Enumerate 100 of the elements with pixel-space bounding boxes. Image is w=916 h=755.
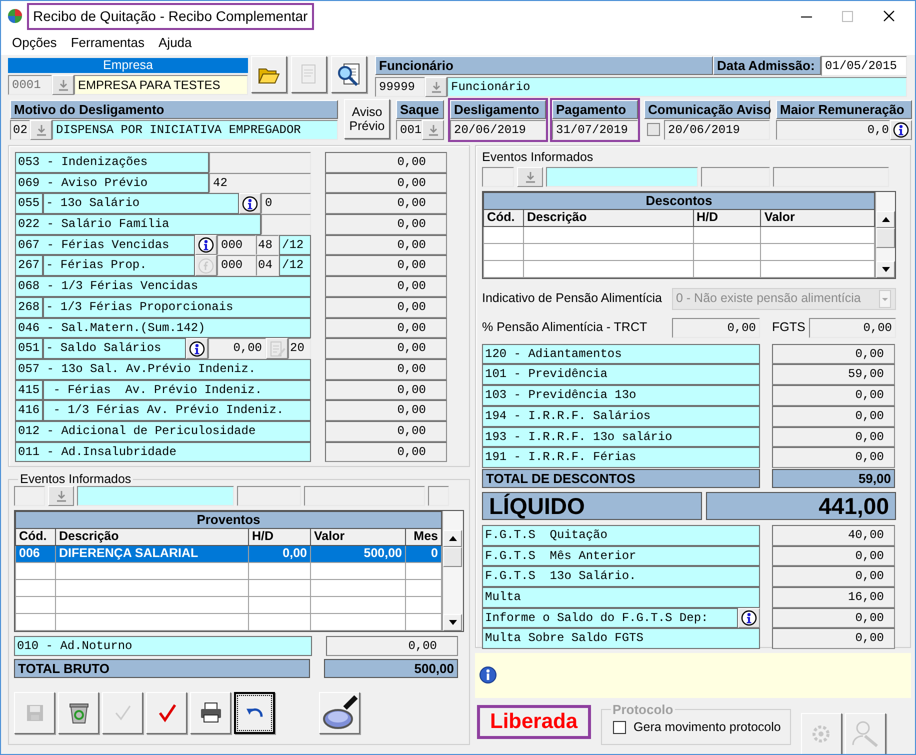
code-field[interactable]: 001 [396,120,422,140]
up-arrow-icon [882,216,890,222]
event-label: Multa Sobre Saldo FGTS [482,628,760,649]
delete-button[interactable] [58,692,99,734]
date-field[interactable]: 20/06/2019 [450,120,546,140]
event-label: 046 - Sal.Matern.(Sum.142) [15,318,311,338]
code-field[interactable]: 0001 [8,75,52,95]
column-header[interactable]: H/D [248,528,310,545]
event-label: 194 - I.R.R.F. Salários [482,406,760,426]
open-button[interactable] [251,56,287,93]
text-field[interactable]: 000 [217,234,256,256]
company-field[interactable]: EMPRESA PARA TESTES [74,75,248,95]
amount-field: 0,00 [325,276,447,297]
scrollbar[interactable] [442,510,462,630]
text-field[interactable] [482,166,514,187]
column-header[interactable]: Valor [760,209,874,226]
info-button[interactable] [239,193,261,214]
search-button[interactable] [319,692,360,734]
info-button[interactable] [195,234,217,256]
lookup-button[interactable] [422,120,444,140]
print-button[interactable] [190,692,231,734]
menu-item[interactable]: Opções [5,33,64,53]
amount-field: 0,00 [325,172,447,194]
code-field[interactable]: 99999 [375,77,425,97]
column-header[interactable]: Valor [310,528,406,545]
text-field[interactable]: 20 [288,338,311,359]
text-field[interactable] [773,166,889,187]
scroll-thumb[interactable] [443,546,462,566]
total-label: TOTAL DE DESCONTOS [482,468,760,488]
code-field[interactable]: 02 [10,120,30,140]
lookup-button[interactable] [517,166,543,187]
reason-field[interactable]: DISPENSA POR INICIATIVA EMPREGADOR [52,120,338,140]
column-header[interactable]: Descrição [56,528,248,545]
amount-field: 0,00 [325,234,447,256]
event-label: 069 - Aviso Prévio [15,172,209,194]
section-header: Empresa [8,58,248,73]
column-header[interactable]: H/D [693,209,761,226]
text-field[interactable] [261,214,311,235]
total-value: 500,00 [324,659,458,678]
checkbox-label: Gera movimento protocolo [634,719,781,736]
amount-field: 0,00 [772,426,895,448]
menu-item[interactable]: Ajuda [152,33,199,53]
text-field[interactable] [428,486,449,506]
text-field[interactable] [304,486,425,506]
fgts-field[interactable]: 0,00 [809,318,896,338]
text-field[interactable]: 0 [261,193,311,214]
close-icon[interactable] [883,10,895,22]
lookup-button[interactable] [48,486,74,506]
event-label: 053 - Indenizações [15,152,209,173]
lookup-button[interactable] [30,120,52,140]
text-field[interactable]: 48 [256,234,279,256]
text-field[interactable]: 04 [256,255,279,276]
person-wrench-icon [850,719,880,749]
up-arrow-icon [448,536,456,540]
column-header[interactable]: Cód. [484,209,524,226]
section-header: Data Admissão: [713,56,821,75]
info-button[interactable] [186,338,208,359]
text-field[interactable]: 000 [217,255,256,276]
text-field[interactable] [237,486,301,506]
text-field[interactable]: 0,00 [208,338,266,359]
percent-field[interactable]: 0,00 [672,318,760,338]
checkbox[interactable] [647,123,660,136]
event-label: 120 - Adiantamentos [482,344,760,364]
date-field[interactable]: 01/05/2015 [821,56,907,76]
amount-field[interactable]: 0,0 [776,120,890,140]
lookup-button[interactable] [425,77,447,97]
dropdown-caret-icon [879,289,891,308]
text-field[interactable] [546,166,698,187]
column-header[interactable]: Cód. [16,528,56,545]
text-field[interactable] [209,152,311,173]
text-field[interactable] [14,486,45,506]
text-field[interactable] [77,486,234,506]
scroll-down-button[interactable] [443,614,462,630]
info-button[interactable] [890,120,912,140]
column-header[interactable]: Mes [406,528,442,545]
column-header[interactable]: Descrição [523,209,693,226]
aviso-previo-button[interactable]: Aviso Prévio [344,99,390,139]
date-field[interactable]: 31/07/2019 [552,120,638,140]
amount-field: 0,00 [772,628,895,649]
table-row[interactable]: 006 DIFERENÇA SALARIAL 0,00 500,00 0 [16,545,442,562]
date-field[interactable]: 20/06/2019 [664,120,770,140]
text-field[interactable] [701,166,770,187]
table-title: Proventos [16,511,442,528]
employee-field[interactable]: Funcionário [447,77,907,97]
text-field[interactable]: 42 [209,172,311,194]
net-value: 441,00 [706,492,896,520]
event-label: - 1/3 Férias Av. Prévio Indeniz. [43,400,311,421]
event-label: 057 - 13o Sal. Av.Prévio Indeniz. [15,358,311,380]
lookup-button[interactable] [52,75,74,95]
preview-button[interactable] [331,56,367,93]
scroll-down-button[interactable] [876,260,895,278]
approve-button[interactable] [146,692,187,734]
undo-button[interactable] [234,692,275,734]
amount-field: 0,00 [772,566,895,587]
scroll-up-button[interactable] [443,530,462,546]
menu-item[interactable]: Ferramentas [64,33,152,53]
scroll-up-button[interactable] [876,210,895,228]
info-button[interactable] [738,608,760,628]
scroll-thumb[interactable] [876,228,895,248]
scrollbar[interactable] [875,192,895,278]
